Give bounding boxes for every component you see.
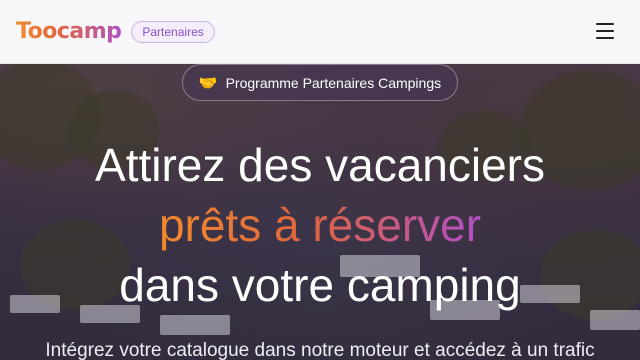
- headline-line-1: Attirez des vacanciers: [95, 139, 545, 191]
- top-navbar: Toocamp Partenaires: [0, 0, 640, 64]
- hero-subtext: Intégrez votre catalogue dans notre mote…: [45, 340, 595, 360]
- mobilhome-decor: [590, 310, 640, 330]
- brand-logo[interactable]: Toocamp: [16, 19, 122, 44]
- headline-gradient-text: prêts à réserver: [158, 199, 482, 251]
- partners-badge: Partenaires: [131, 20, 215, 43]
- headline-line-3: dans votre camping: [119, 259, 521, 311]
- program-partners-pill: 🤝 Programme Partenaires Campings: [182, 64, 458, 101]
- program-pill-label: Programme Partenaires Campings: [225, 74, 442, 91]
- mobilhome-decor: [160, 315, 230, 335]
- headline-line-2: prêts à réserver: [0, 202, 640, 248]
- handshake-icon: 🤝: [198, 74, 218, 92]
- hamburger-menu-icon[interactable]: [596, 23, 614, 39]
